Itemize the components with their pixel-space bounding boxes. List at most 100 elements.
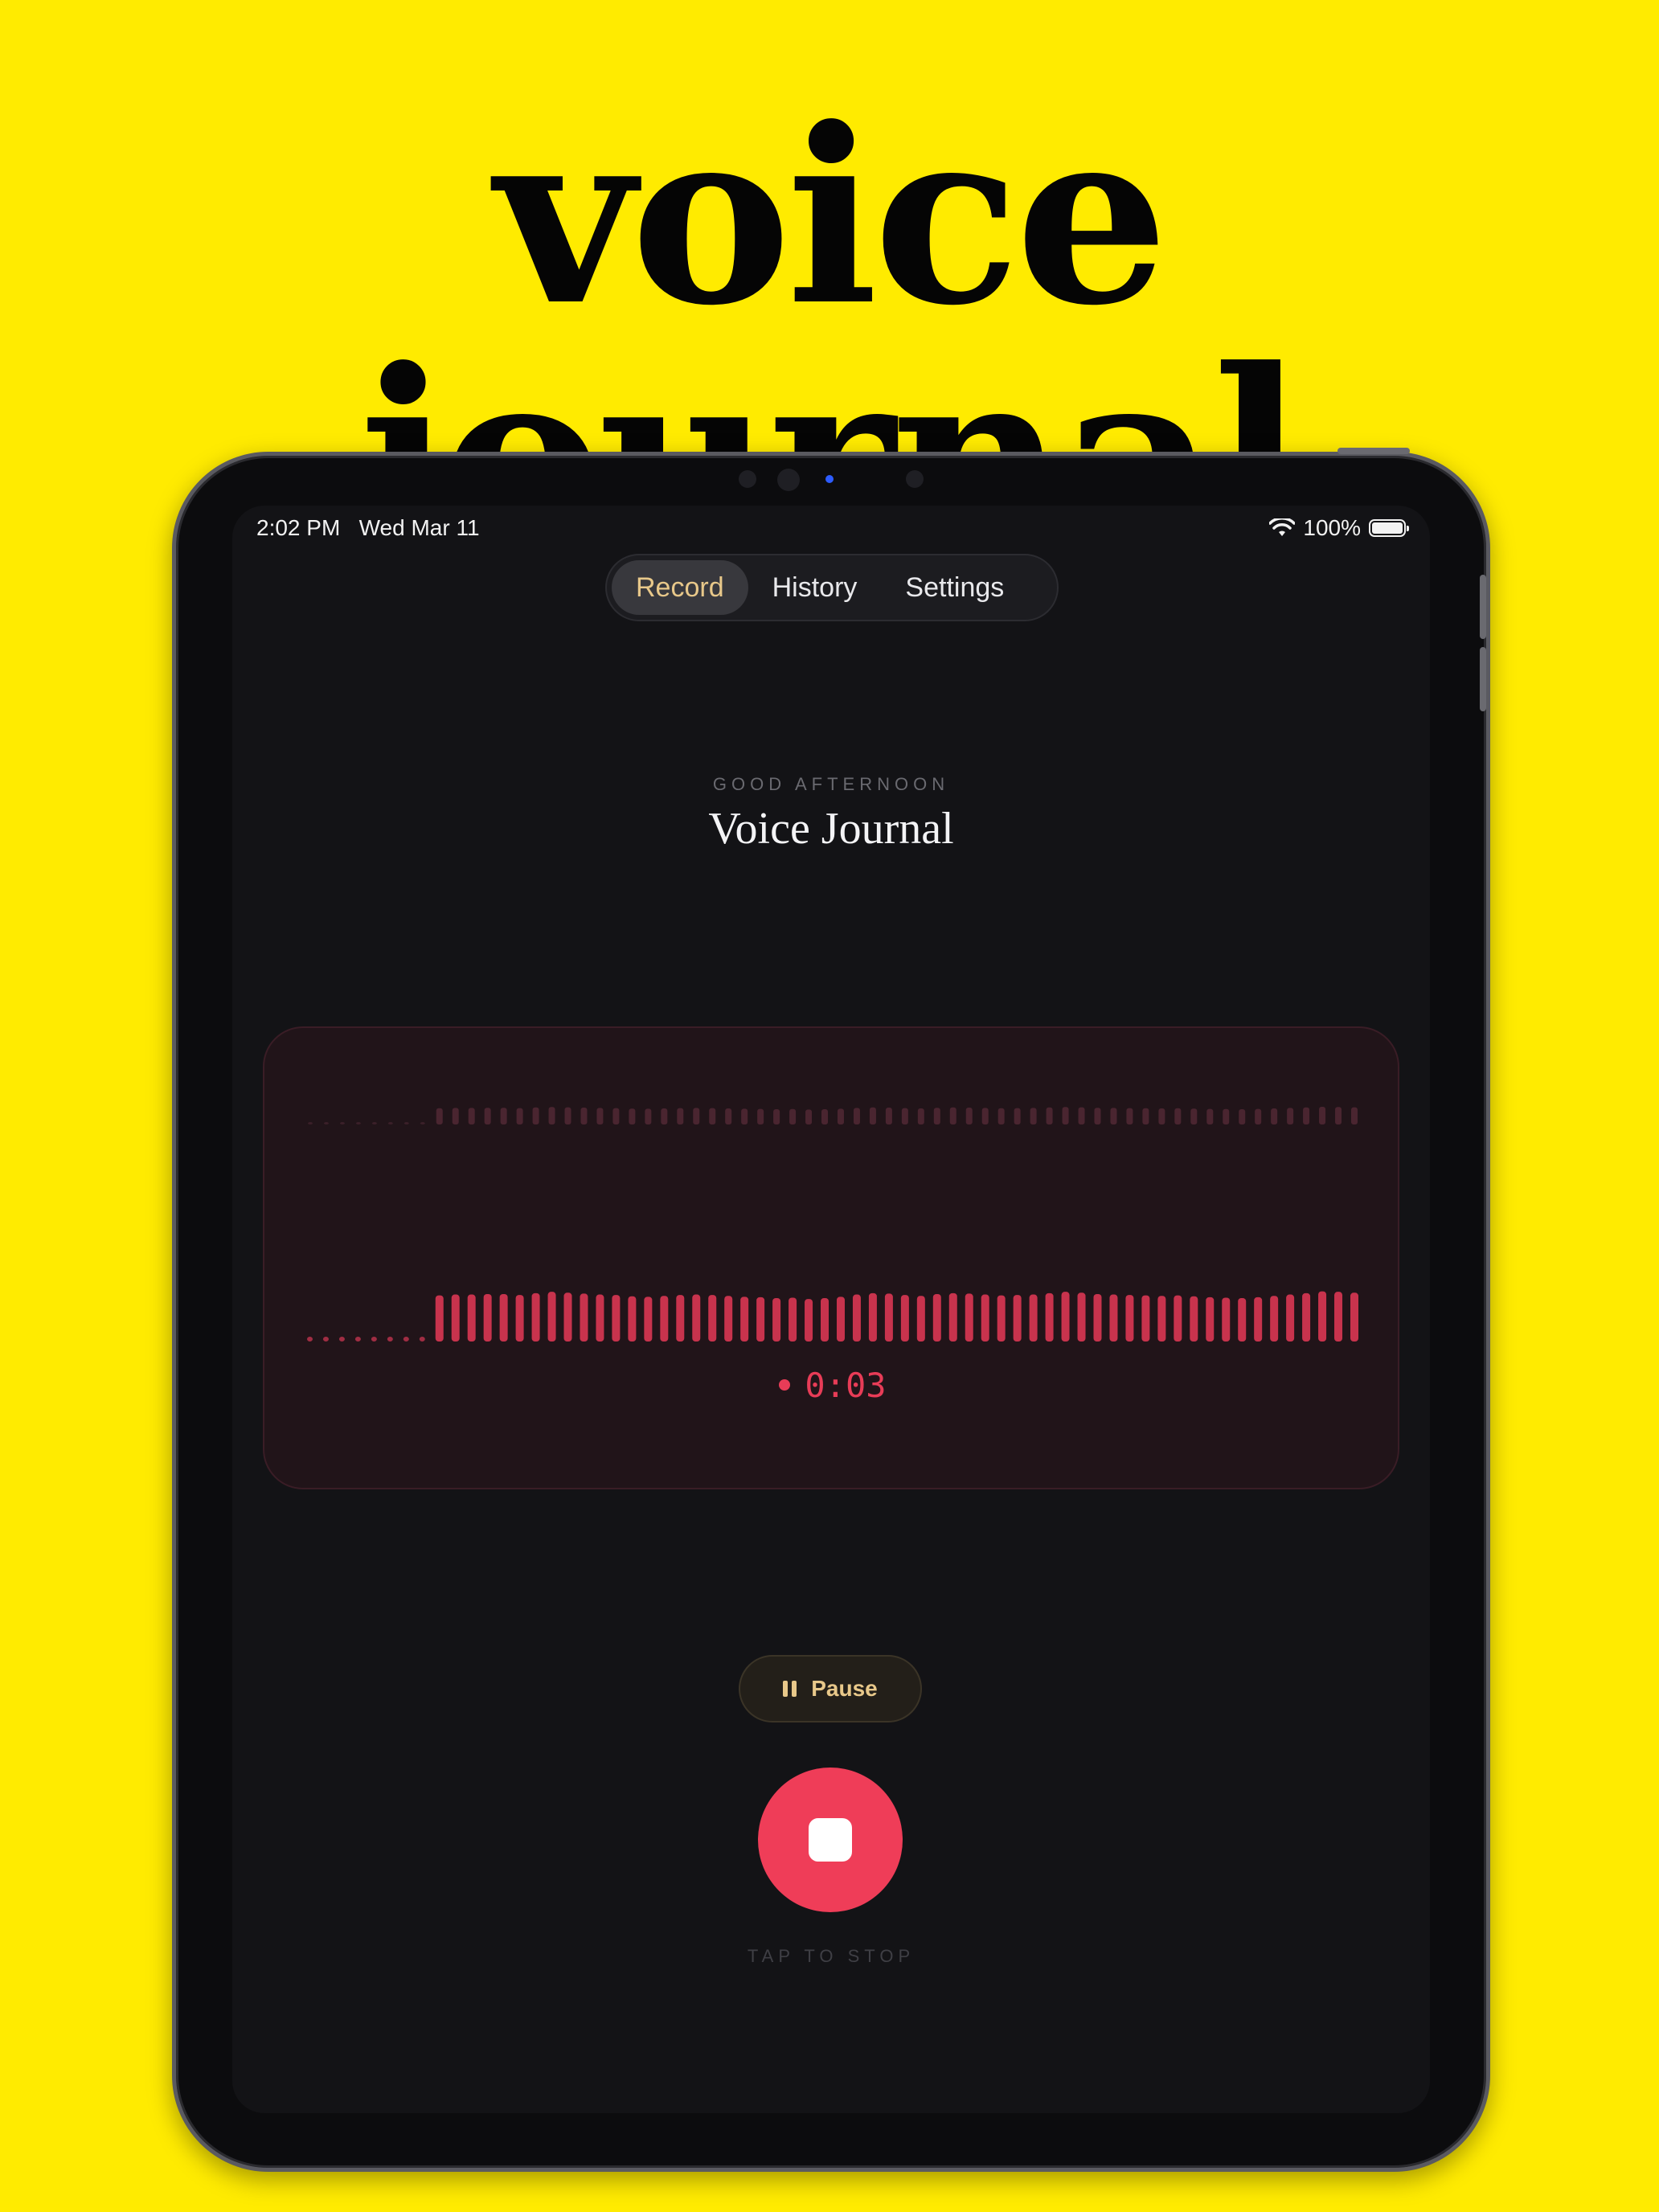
ghost-wave-bar	[869, 1107, 876, 1124]
app-screen: 2:02 PM Wed Mar 11 100% Record History S…	[232, 506, 1430, 2113]
ghost-wave-bar	[949, 1107, 956, 1124]
wave-bar	[772, 1298, 781, 1342]
camera-sensor	[739, 470, 756, 488]
ghost-wave-bar	[661, 1108, 668, 1124]
ghost-wave-bar	[885, 1108, 892, 1124]
wave-bar	[612, 1295, 621, 1342]
ghost-wave-bar	[452, 1108, 459, 1124]
wave-bar	[1174, 1295, 1182, 1342]
wave-bar	[884, 1293, 893, 1342]
record-dot-icon	[779, 1378, 791, 1391]
ghost-wave-bar	[612, 1108, 620, 1124]
ghost-wave-bar	[1094, 1108, 1101, 1124]
volume-down-button	[1480, 647, 1486, 711]
wave-bar	[997, 1295, 1006, 1342]
battery-icon	[1369, 519, 1409, 537]
ghost-wave-bar	[997, 1108, 1005, 1124]
page-title: Voice Journal	[708, 804, 954, 854]
wave-bar	[435, 1295, 444, 1342]
ghost-wave-bar	[853, 1108, 860, 1124]
pause-button[interactable]: Pause	[739, 1655, 922, 1722]
wave-bar	[483, 1293, 492, 1342]
ghost-quiet-bar	[371, 1122, 377, 1124]
ghost-quiet-bar	[403, 1122, 409, 1124]
ghost-wave-bar	[1046, 1107, 1053, 1124]
ghost-wave-bar	[1303, 1107, 1310, 1124]
ghost-wave-bar	[741, 1108, 748, 1124]
ghost-quiet-bar	[323, 1122, 329, 1124]
tablet-device: 2:02 PM Wed Mar 11 100% Record History S…	[172, 448, 1490, 2172]
ghost-wave-bar	[1223, 1108, 1230, 1124]
ghost-quiet-bar	[308, 1122, 313, 1124]
pause-icon	[783, 1681, 797, 1697]
ghost-wave-bar	[645, 1108, 652, 1124]
wave-bar	[1334, 1292, 1343, 1342]
wave-bar	[1318, 1291, 1327, 1342]
ghost-wave-bar	[981, 1108, 989, 1124]
quiet-bar	[387, 1337, 393, 1342]
ghost-wave-bar	[484, 1108, 491, 1124]
status-bar-left: 2:02 PM Wed Mar 11	[256, 515, 480, 541]
ghost-wave-bar	[468, 1108, 475, 1124]
ghost-wave-bar	[773, 1109, 780, 1124]
ghost-wave-bar	[564, 1107, 571, 1124]
wave-bar	[676, 1295, 685, 1342]
front-camera	[777, 469, 800, 491]
recording-timer: 0:03	[264, 1366, 1401, 1405]
wave-bar	[836, 1296, 845, 1342]
wave-bar	[981, 1294, 989, 1342]
ghost-wave-bar	[1239, 1109, 1246, 1124]
ghost-wave-bar	[1271, 1108, 1278, 1124]
tab-record[interactable]: Record	[612, 560, 748, 615]
wave-bar	[1190, 1296, 1198, 1342]
wave-bar	[1302, 1292, 1311, 1342]
wave-bar	[1157, 1296, 1166, 1342]
ghost-wave-bar	[1287, 1108, 1294, 1124]
tab-settings[interactable]: Settings	[881, 560, 1028, 615]
ghost-wave-bar	[532, 1107, 539, 1124]
quiet-bar	[403, 1337, 409, 1342]
wave-bar	[868, 1292, 877, 1342]
wave-bar	[724, 1296, 733, 1342]
quiet-bar	[419, 1337, 425, 1342]
wave-bar	[1350, 1292, 1358, 1342]
wave-bar	[789, 1297, 797, 1342]
wave-bar	[805, 1299, 813, 1342]
ghost-wave-bar	[1126, 1108, 1133, 1124]
tab-bar: Record History Settings	[605, 554, 1059, 621]
ghost-quiet-bar	[420, 1122, 425, 1124]
ghost-wave-bar	[757, 1108, 764, 1124]
ghost-wave-bar	[1158, 1108, 1165, 1124]
ghost-wave-bar	[500, 1108, 507, 1124]
stop-button[interactable]	[758, 1768, 903, 1912]
wave-bar	[1270, 1296, 1279, 1342]
wave-bar	[1286, 1294, 1295, 1342]
ghost-wave-bar	[677, 1108, 684, 1124]
ghost-wave-bar	[789, 1108, 797, 1124]
wave-bar	[708, 1295, 717, 1342]
wave-bar	[1077, 1292, 1086, 1342]
ghost-quiet-bar	[355, 1122, 361, 1124]
tab-history[interactable]: History	[748, 560, 882, 615]
wave-bar	[1206, 1296, 1215, 1342]
status-bar-right: 100%	[1269, 515, 1409, 541]
wave-bar	[563, 1292, 572, 1342]
ghost-wave-bar	[709, 1108, 716, 1124]
wave-bar	[932, 1293, 941, 1342]
quiet-bar	[338, 1337, 345, 1342]
status-date: Wed Mar 11	[358, 515, 480, 540]
wave-bar	[547, 1292, 556, 1342]
ghost-wave-bar	[516, 1108, 523, 1124]
ghost-quiet-bar	[387, 1122, 393, 1124]
ghost-wave-bar	[965, 1108, 973, 1124]
ghost-wave-bar	[596, 1108, 604, 1124]
waveform	[307, 1107, 1358, 1342]
wave-bar	[467, 1294, 476, 1342]
ghost-wave-bar	[1174, 1108, 1182, 1124]
quiet-bar	[307, 1337, 313, 1342]
ghost-wave-bar	[629, 1108, 636, 1124]
ghost-wave-bar	[1255, 1108, 1262, 1124]
wifi-icon	[1269, 518, 1296, 536]
camera-indicator	[825, 475, 834, 483]
quiet-bar	[354, 1337, 361, 1342]
